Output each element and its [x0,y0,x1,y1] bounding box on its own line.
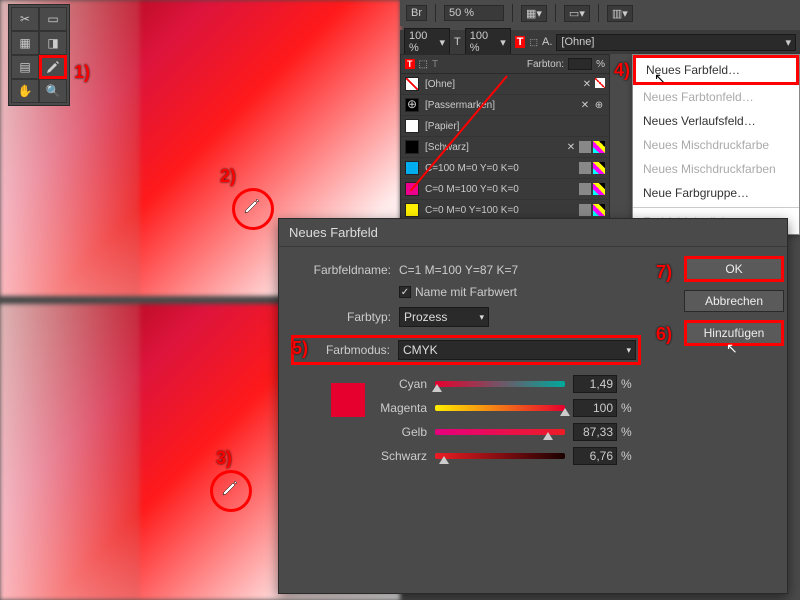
black-slider[interactable] [435,453,565,459]
vertical-scale-field[interactable]: 100 %▾ [465,28,511,56]
step-7-label: 7) [656,262,672,283]
swatch-chip [405,161,419,175]
menu-new-tint-swatch[interactable]: Neues Farbtonfeld… [633,85,799,109]
swatch-chip [405,119,419,133]
hand-tool-icon[interactable]: ✋ [11,79,39,103]
step-4-label: 4) [614,60,630,81]
color-type-dropdown[interactable]: Prozess▾ [399,307,489,327]
control-bar: Br 50 % ▦▾ ▭▾ ▥▾ [400,0,800,26]
swatch-name-value: C=1 M=100 Y=87 K=7 [399,263,518,277]
none-type-icon [595,78,605,88]
swap-fill-stroke-icon[interactable]: ⬚ [529,37,538,48]
yellow-label: Gelb [373,425,427,439]
menu-separator [633,207,799,208]
cmyk-icon [593,162,605,174]
tint-label: Farbton: [527,59,564,70]
name-with-value-label: Name mit Farbwert [415,285,517,299]
step-2-label: 2) [220,166,236,187]
step-3-label: 3) [216,448,232,469]
formatting-text-icon[interactable]: T [432,59,438,70]
cmyk-icon [593,141,605,153]
step-1-label: 1) [74,62,90,83]
color-mode-label: Farbmodus: [296,343,390,357]
swatch-chip [405,203,419,217]
cancel-button[interactable]: Abbrechen [684,290,784,312]
cursor-icon: ↖ [654,70,666,87]
yellow-slider[interactable] [435,429,565,435]
gradient-tool-icon[interactable]: ▦ [11,31,39,55]
swatch-row-registration[interactable]: [Passermarken] ✕⊕ [401,95,609,116]
dialog-title: Neues Farbfeld [279,219,787,247]
magenta-slider[interactable] [435,405,565,411]
character-format-bar: 100 %▾ T 100 %▾ T ⬚ A. [Ohne]▾ [400,30,800,54]
menu-new-mixed-ink-group[interactable]: Neues Mischdruckfarben [633,157,799,181]
scissors-tool-icon[interactable]: ✂ [11,7,39,31]
cmyk-icon [593,183,605,195]
color-preview [331,383,365,417]
color-type-label: Farbtyp: [291,310,391,324]
name-with-value-checkbox[interactable]: ✓ [399,286,411,298]
cursor-icon: ↖ [726,340,738,357]
swatch-row-paper[interactable]: [Papier] [401,116,609,137]
cyan-value-field[interactable]: 1,49 [573,375,617,393]
swatch-row-cyan[interactable]: C=100 M=0 Y=0 K=0 [401,158,609,179]
process-icon [579,183,591,195]
process-icon [579,162,591,174]
free-transform-tool-icon[interactable]: ▭ [39,7,67,31]
none-icon: ✕ [581,78,593,90]
step-5-label: 5) [292,338,308,359]
view-options-icon[interactable]: ▦▾ [521,5,547,22]
cyan-slider[interactable] [435,381,565,387]
zoom-tool-icon[interactable]: 🔍 [39,79,67,103]
process-icon [579,204,591,216]
note-tool-icon[interactable]: ▤ [11,55,39,79]
menu-new-color-group[interactable]: Neue Farbgruppe… [633,181,799,205]
tint-field[interactable] [568,58,592,70]
registration-type-icon: ⊕ [593,99,605,111]
zoom-level-field[interactable]: 50 % [444,5,504,21]
screen-mode-icon[interactable]: ▭▾ [564,5,590,22]
lock-icon: ✕ [565,141,577,153]
swatch-row-magenta[interactable]: C=0 M=100 Y=0 K=0 [401,179,609,200]
fill-proxy-icon[interactable]: T [515,36,526,48]
step-6-label: 6) [656,324,672,345]
black-value-field[interactable]: 6,76 [573,447,617,465]
menu-new-mixed-ink[interactable]: Neues Mischdruckfarbe [633,133,799,157]
char-style-letter-icon: A. [542,36,552,48]
bridge-button[interactable]: Br [406,5,427,21]
cyan-label: Cyan [373,377,427,391]
cmyk-icon [593,204,605,216]
ok-button[interactable]: OK [684,256,784,282]
gradient-feather-tool-icon[interactable]: ◨ [39,31,67,55]
swatch-fill-proxy-icon[interactable]: T [405,59,415,69]
magenta-value-field[interactable]: 100 [573,399,617,417]
color-mode-dropdown[interactable]: CMYK▾ [398,340,636,360]
menu-new-gradient-swatch[interactable]: Neues Verlaufsfeld… [633,109,799,133]
process-icon [579,141,591,153]
toolbox: ✂ ▭ ▦ ◨ ▤ ✋ 🔍 [8,4,70,106]
black-label: Schwarz [373,449,427,463]
type-scale-icon: T [454,36,461,48]
horizontal-scale-field[interactable]: 100 %▾ [404,28,450,56]
character-style-dropdown[interactable]: [Ohne]▾ [556,34,796,51]
dialog-button-group: OK Abbrechen Hinzufügen [684,256,784,346]
swatch-chip [405,77,419,91]
swatch-stroke-proxy-icon[interactable]: ⬚ [419,59,428,70]
swatch-name-label: Farbfeldname: [291,263,391,277]
swatch-chip [405,98,419,112]
swatch-row-black[interactable]: [Schwarz] ✕ [401,137,609,158]
yellow-value-field[interactable]: 87,33 [573,423,617,441]
swatch-chip [405,140,419,154]
eyedropper-tool-icon[interactable] [39,55,67,79]
registration-icon: ✕ [579,99,591,111]
arrange-icon[interactable]: ▥▾ [607,5,633,22]
magenta-label: Magenta [373,401,427,415]
